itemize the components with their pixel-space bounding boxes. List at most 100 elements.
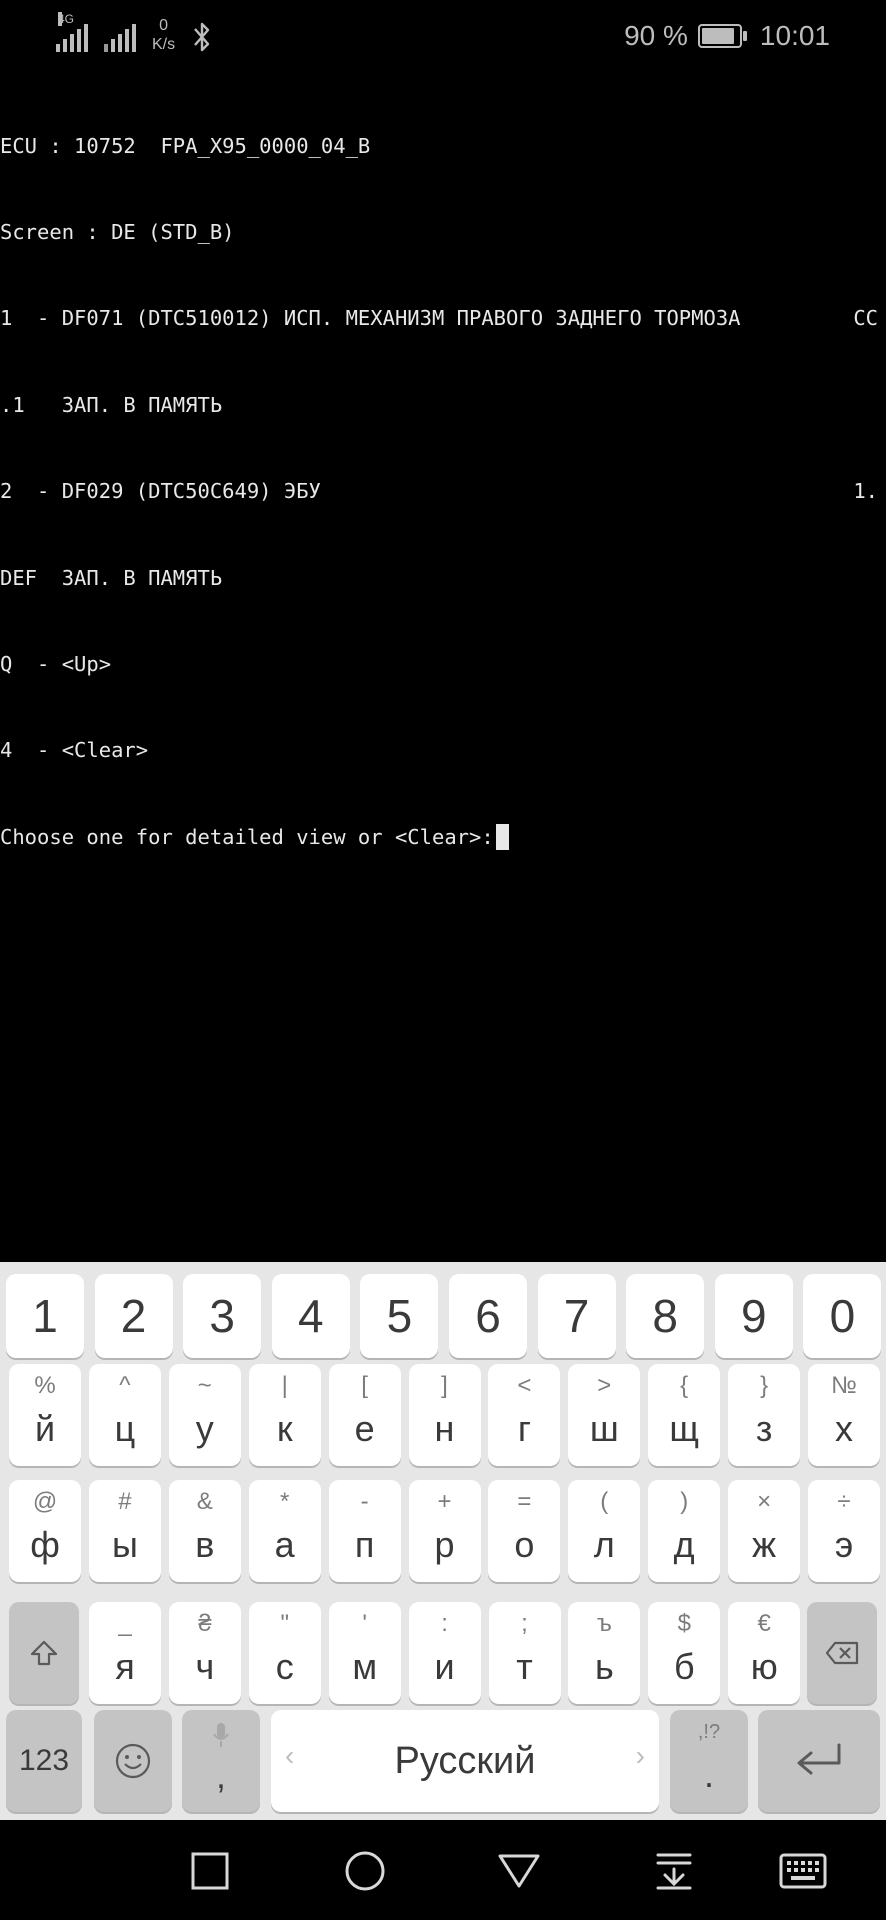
letter-key[interactable]: № х [808, 1364, 880, 1466]
letter-key[interactable]: :и [408, 1602, 481, 1704]
number-key[interactable]: 3 [183, 1274, 262, 1358]
letter-key[interactable]: {щ [648, 1364, 721, 1466]
speed-unit: K/s [152, 36, 176, 53]
terminal-line: 1 - DF071 (DTC510012) ИСП. МЕХАНИЗМ ПРАВ… [0, 304, 886, 333]
key-primary-char: й [34, 1408, 56, 1449]
network-speed: 0 K/s [152, 16, 175, 54]
key-secondary-char: ) [680, 1488, 689, 1515]
key-primary-char: н [434, 1408, 455, 1449]
letter-key[interactable]: ) д [648, 1480, 721, 1582]
letter-key[interactable]: _ я [89, 1602, 161, 1704]
letter-key[interactable]: € ю [728, 1602, 801, 1704]
shift-icon [9, 1602, 79, 1704]
space-key[interactable]: ‹ Русский › [271, 1710, 659, 1812]
keyboard-switch-button[interactable] [776, 1848, 830, 1894]
letter-key[interactable]: " с [248, 1602, 321, 1704]
key-primary-char: ч [195, 1646, 215, 1687]
key-primary-char: ш [589, 1408, 619, 1449]
key-secondary-char: & [196, 1488, 213, 1515]
navigation-bar [0, 1820, 886, 1920]
symbols-key[interactable]: 123 [6, 1710, 82, 1812]
terminal-prompt-line: Choose one for detailed view or <Clear>: [0, 823, 886, 852]
emoji-icon [94, 1710, 172, 1812]
mic-icon [213, 1723, 229, 1747]
key-secondary-char: _ [118, 1610, 132, 1637]
key-secondary-char: ъ [596, 1610, 612, 1637]
terminal-output[interactable]: ECU : 10752 FPA_X95_0000_04_B Screen : D… [0, 74, 886, 880]
number-key[interactable]: 1 [6, 1274, 84, 1358]
shift-key[interactable] [9, 1602, 79, 1704]
terminal-line: Q - <Up> [0, 650, 886, 679]
comma-key[interactable]: , [182, 1710, 260, 1812]
triangle-icon [498, 1854, 540, 1888]
battery-icon [697, 24, 747, 48]
letter-key[interactable]: ] н [408, 1364, 481, 1466]
letter-key[interactable]: % й [9, 1364, 81, 1466]
key-primary-char: е [354, 1408, 375, 1449]
letter-key[interactable]: ₴ ч [168, 1602, 241, 1704]
key-secondary-char: ( [600, 1488, 609, 1515]
letter-key[interactable]: $ б [648, 1602, 721, 1704]
network-type-label: 4G [58, 12, 75, 26]
battery-fill [701, 28, 735, 44]
text-cursor [495, 823, 509, 850]
letter-key[interactable]: (л [568, 1480, 641, 1582]
recents-button[interactable] [184, 1848, 236, 1894]
enter-key[interactable] [758, 1710, 880, 1812]
letter-key[interactable]: ~ у [168, 1364, 241, 1466]
back-button[interactable] [493, 1848, 545, 1894]
number-key[interactable]: 2 [94, 1274, 173, 1358]
key-secondary-char: } [760, 1372, 769, 1399]
letter-key[interactable]: ъь [568, 1602, 641, 1704]
key-secondary-char: € [757, 1610, 771, 1637]
letter-key[interactable]: * а [248, 1480, 321, 1582]
battery-percent: 90 % [624, 20, 688, 51]
letter-key[interactable]: ^ ц [88, 1364, 161, 1466]
letter-key[interactable]: @ ф [9, 1480, 81, 1582]
terminal-line: .1 ЗАП. В ПАМЯТЬ [0, 391, 886, 420]
emoji-key[interactable] [94, 1710, 172, 1812]
letter-key[interactable]: × ж [728, 1480, 801, 1582]
letter-key[interactable]: # ы [88, 1480, 161, 1582]
terminal-line: DEF ЗАП. В ПАМЯТЬ [0, 564, 886, 593]
key-secondary-char: + [437, 1488, 452, 1515]
number-key[interactable]: 6 [449, 1274, 527, 1358]
letter-key[interactable]: | к [248, 1364, 321, 1466]
number-key[interactable]: 8 [626, 1274, 705, 1358]
key-secondary-char: - [360, 1488, 369, 1515]
clock: 10:01 [759, 20, 830, 51]
key-primary-char: ю [750, 1646, 778, 1687]
letter-key[interactable]: ; т [488, 1602, 561, 1704]
number-key[interactable]: 5 [360, 1274, 439, 1358]
number-key[interactable]: 7 [537, 1274, 616, 1358]
key-primary-char: я [115, 1646, 135, 1687]
key-primary-char: о [514, 1524, 535, 1565]
number-key[interactable]: 9 [714, 1274, 793, 1358]
letter-key[interactable]: -п [328, 1480, 401, 1582]
key-primary-char: с [275, 1646, 294, 1687]
key-secondary-char: % [34, 1372, 56, 1399]
line-text: Screen : DE (STD_B) [0, 219, 235, 244]
period-secondary: ,!? [697, 1721, 721, 1743]
key-secondary-char: > [597, 1372, 612, 1399]
hide-keyboard-button[interactable] [648, 1848, 700, 1894]
number-key[interactable]: 0 [803, 1274, 882, 1358]
letter-key[interactable]: [е [328, 1364, 401, 1466]
key-secondary-char: | [281, 1372, 288, 1399]
letter-key[interactable]: = о [488, 1480, 561, 1582]
line-overflow-text: 1. [853, 479, 878, 504]
status-right: 90 % 10:01 [624, 20, 830, 52]
status-bar: 4G 0 K/s 90 % 10:01 [0, 0, 886, 76]
letter-key[interactable]: < г [488, 1364, 561, 1466]
period-key[interactable]: ,!? . [670, 1710, 748, 1812]
letter-key[interactable]: + р [408, 1480, 481, 1582]
letter-key[interactable]: > ш [568, 1364, 641, 1466]
number-key[interactable]: 4 [271, 1274, 350, 1358]
backspace-key[interactable] [807, 1602, 877, 1704]
letter-key[interactable]: & в [168, 1480, 241, 1582]
home-button[interactable] [339, 1848, 391, 1894]
terminal-line: 4 - <Clear> [0, 736, 886, 765]
letter-key[interactable]: } з [728, 1364, 801, 1466]
letter-key[interactable]: ' м [328, 1602, 401, 1704]
letter-key[interactable]: ÷ э [808, 1480, 880, 1582]
